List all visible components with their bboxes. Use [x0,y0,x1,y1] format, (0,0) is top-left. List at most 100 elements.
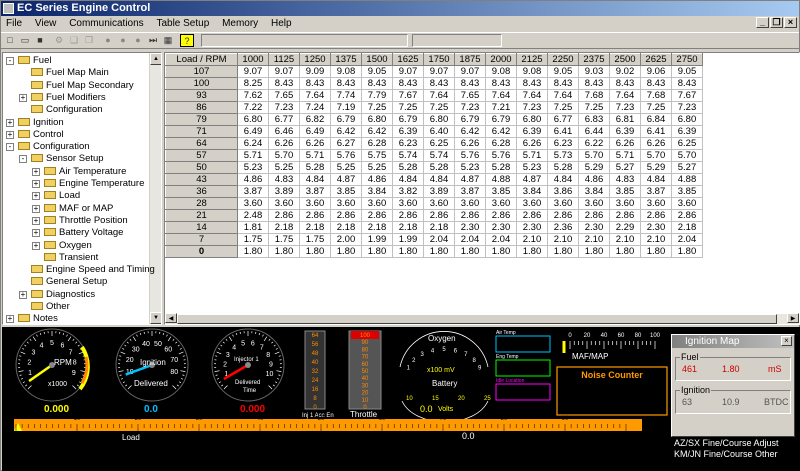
map-cell[interactable]: 2.86 [454,209,486,222]
map-cell[interactable]: 3.60 [361,197,393,210]
map-cell[interactable]: 1.80 [268,245,300,258]
map-cell[interactable]: 5.71 [609,149,641,162]
map-cell[interactable]: 8.43 [361,77,393,90]
scroll-left-button[interactable]: ◀ [165,313,177,323]
map-cell[interactable]: 5.70 [268,149,300,162]
scroll-right-button[interactable]: ▶ [787,313,799,323]
map-cell[interactable]: 5.27 [671,161,703,174]
map-cell[interactable]: 6.39 [516,125,548,138]
map-cell[interactable]: 1.80 [671,245,703,258]
expand-icon[interactable]: + [32,204,40,213]
map-cell[interactable]: 5.27 [609,161,641,174]
expand-icon[interactable]: + [19,93,27,102]
map-cell[interactable]: 5.28 [392,161,424,174]
map-cell[interactable]: 1.80 [299,245,331,258]
map-cell[interactable]: 2.18 [268,221,300,234]
map-cell[interactable]: 6.79 [485,113,517,126]
map-cell[interactable]: 2.04 [454,233,486,246]
panel-title[interactable]: Ignition Map × [672,335,794,348]
map-cell[interactable]: 1.80 [423,245,455,258]
map-cell[interactable]: 8.43 [547,77,579,90]
tree-item[interactable]: + Air Temperature [32,166,126,178]
map-cell[interactable]: 3.60 [640,197,672,210]
map-cell[interactable]: 5.74 [392,149,424,162]
scroll-thumb[interactable] [177,314,777,324]
map-cell[interactable]: 3.87 [454,185,486,198]
map-cell[interactable]: 6.25 [671,137,703,150]
map-cell[interactable]: 2.30 [454,221,486,234]
map-cell[interactable]: 5.70 [671,149,703,162]
map-cell[interactable]: 5.71 [299,149,331,162]
map-cell[interactable]: 3.87 [299,185,331,198]
map-cell[interactable]: 6.39 [671,125,703,138]
map-cell[interactable]: 2.86 [578,209,610,222]
menu-view[interactable]: View [30,16,62,31]
map-cell[interactable]: 4.87 [516,173,548,186]
map-cell[interactable]: 9.03 [578,65,610,78]
map-cell[interactable]: 1.80 [361,245,393,258]
map-cell[interactable]: 2.30 [640,221,672,234]
panel-close-button[interactable]: × [781,336,792,346]
scroll-up-button[interactable]: ▲ [150,53,161,65]
map-cell[interactable]: 7.22 [237,101,269,114]
map-cell[interactable]: 1.75 [299,233,331,246]
menu-memory[interactable]: Memory [217,16,263,31]
map-cell[interactable]: 9.08 [330,65,362,78]
map-cell[interactable]: 1.80 [516,245,548,258]
tree-item[interactable]: + Ignition [6,117,64,129]
tree-item[interactable]: - Fuel [6,55,51,67]
map-cell[interactable]: 2.10 [516,233,548,246]
map-cell[interactable]: 9.07 [237,65,269,78]
map-cell[interactable]: 5.28 [547,161,579,174]
map-cell[interactable]: 5.70 [578,149,610,162]
map-cell[interactable]: 3.60 [330,197,362,210]
map-cell[interactable]: 6.82 [299,113,331,126]
map-cell[interactable]: 6.84 [640,113,672,126]
expand-icon[interactable]: + [32,216,40,225]
map-cell[interactable]: 8.43 [485,77,517,90]
map-cell[interactable]: 6.79 [330,113,362,126]
menu-file[interactable]: File [1,16,27,31]
map-cell[interactable]: 4.86 [578,173,610,186]
map-cell[interactable]: 3.60 [547,197,579,210]
map-cell[interactable]: 3.60 [268,197,300,210]
map-cell[interactable]: 3.87 [640,185,672,198]
tree-item[interactable]: + Diagnostics [19,289,95,301]
map-cell[interactable]: 6.23 [547,137,579,150]
map-cell[interactable]: 6.42 [485,125,517,138]
map-cell[interactable]: 9.05 [547,65,579,78]
map-cell[interactable]: 3.85 [609,185,641,198]
map-cell[interactable]: 6.26 [454,137,486,150]
map-cell[interactable]: 3.89 [423,185,455,198]
record-icon[interactable]: ● [101,34,115,47]
map-cell[interactable]: 7.23 [671,101,703,114]
map-cell[interactable]: 6.28 [361,137,393,150]
map-cell[interactable]: 9.09 [299,65,331,78]
map-cell[interactable]: 5.29 [578,161,610,174]
map-cell[interactable]: 7.68 [578,89,610,102]
map-cell[interactable]: 8.43 [454,77,486,90]
map-cell[interactable]: 2.10 [640,233,672,246]
map-cell[interactable]: 2.04 [485,233,517,246]
collapse-icon[interactable]: - [6,57,14,65]
map-cell[interactable]: 7.65 [268,89,300,102]
tree-item[interactable]: Fuel Map Secondary [31,80,134,92]
collapse-icon[interactable]: - [6,143,14,152]
map-cell[interactable]: 4.87 [330,173,362,186]
paste-icon[interactable]: ❐ [82,34,96,47]
expand-icon[interactable]: + [32,167,40,176]
map-cell[interactable]: 4.83 [609,173,641,186]
map-cell[interactable]: 4.86 [237,173,269,186]
map-cell[interactable]: 1.80 [547,245,579,258]
map-cell[interactable]: 6.25 [423,137,455,150]
map-cell[interactable]: 9.06 [640,65,672,78]
map-cell[interactable]: 9.08 [485,65,517,78]
map-cell[interactable]: 1.75 [268,233,300,246]
map-cell[interactable]: 2.04 [423,233,455,246]
map-cell[interactable]: 2.10 [578,233,610,246]
map-cell[interactable]: 4.88 [671,173,703,186]
map-cell[interactable]: 8.43 [671,77,703,90]
map-cell[interactable]: 1.80 [640,245,672,258]
map-cell[interactable]: 3.85 [330,185,362,198]
map-cell[interactable]: 3.60 [299,197,331,210]
